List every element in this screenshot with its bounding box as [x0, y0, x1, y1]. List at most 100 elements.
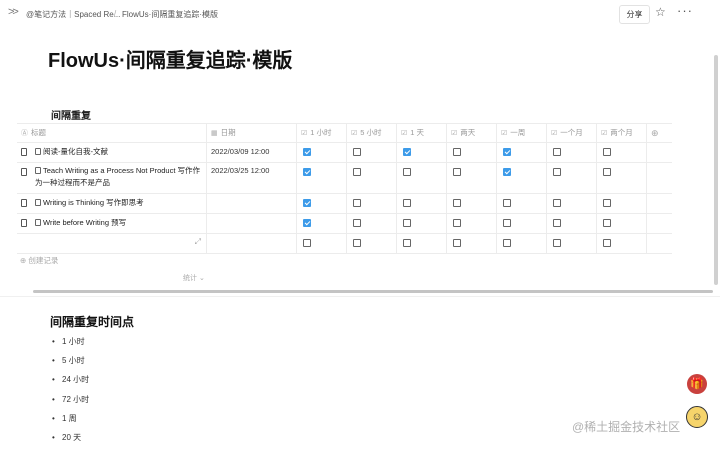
gift-icon[interactable]: 🎁 — [687, 374, 707, 394]
checkbox[interactable] — [603, 168, 611, 176]
checkbox[interactable] — [553, 148, 561, 156]
date-cell[interactable] — [207, 194, 297, 213]
column-header-label: 1 小时 — [310, 128, 332, 137]
column-header-interval[interactable]: ☑ 一个月 — [547, 124, 597, 142]
assistant-avatar-icon[interactable]: ☺ — [686, 406, 708, 428]
checkbox[interactable] — [503, 239, 511, 247]
column-header-interval[interactable]: ☑ 5 小时 — [347, 124, 397, 142]
column-header-label: 5 小时 — [360, 128, 382, 137]
checkbox[interactable] — [503, 168, 511, 176]
column-header-interval[interactable]: ☑ 一周 — [497, 124, 547, 142]
database-title[interactable]: 间隔重复 — [51, 107, 91, 122]
column-header-date[interactable]: ▦ 日期 — [207, 124, 297, 142]
checkbox[interactable] — [403, 168, 411, 176]
checkbox[interactable] — [453, 148, 461, 156]
more-options-icon[interactable]: ··· — [677, 3, 693, 18]
checkbox[interactable] — [353, 199, 361, 207]
checkbox[interactable] — [353, 239, 361, 247]
table-row[interactable]: Write before Writing 预写 — [17, 214, 672, 234]
interval-cell — [547, 234, 597, 253]
checkbox-type-icon: ☑ — [601, 130, 608, 137]
checkbox[interactable] — [303, 239, 311, 247]
add-record-label: 创建记录 — [28, 256, 59, 265]
table-row[interactable]: ⤢ — [17, 234, 672, 254]
checkbox-type-icon: ☑ — [501, 130, 508, 137]
checkbox[interactable] — [603, 199, 611, 207]
column-header-interval[interactable]: ☑ 两个月 — [597, 124, 647, 142]
row-date: 2022/03/25 12:00 — [211, 166, 270, 175]
checkbox[interactable] — [303, 168, 311, 176]
table-row[interactable]: Writing is Thinking 写作即思考 — [17, 194, 672, 214]
bullet-list: 1 小时 5 小时 24 小时 72 小时 1 周 20 天 — [50, 337, 89, 452]
add-record-button[interactable]: ⊕ 创建记录 — [20, 255, 58, 266]
checkbox[interactable] — [453, 199, 461, 207]
checkbox[interactable] — [403, 199, 411, 207]
checkbox[interactable] — [553, 199, 561, 207]
add-column-button[interactable]: ⊕ — [647, 124, 672, 142]
title-cell[interactable]: Write before Writing 预写 — [17, 214, 207, 233]
row-title-text: Write before Writing 预写 — [43, 218, 127, 227]
checkbox[interactable] — [553, 239, 561, 247]
column-header-label: 一个月 — [560, 128, 583, 137]
checkbox[interactable] — [453, 219, 461, 227]
vertical-scrollbar[interactable] — [714, 55, 718, 285]
checkbox[interactable] — [403, 148, 411, 156]
checkbox[interactable] — [353, 168, 361, 176]
date-cell[interactable] — [207, 214, 297, 233]
title-cell[interactable]: 阅读-量化自我-文献 — [17, 143, 207, 162]
interval-cell — [347, 214, 397, 233]
checkbox[interactable] — [553, 219, 561, 227]
top-bar: >> @笔记方法｜Spaced Re... / FlowUs·间隔重复追踪·模版… — [0, 0, 720, 28]
row-title-text: 阅读-量化自我-文献 — [43, 147, 108, 156]
breadcrumb-current[interactable]: FlowUs·间隔重复追踪·模版 — [122, 9, 218, 20]
chevron-down-icon: ⌄ — [197, 275, 205, 282]
title-cell[interactable]: ⤢ — [17, 234, 207, 253]
checkbox[interactable] — [603, 148, 611, 156]
list-item: 72 小时 — [50, 395, 89, 414]
column-header-interval[interactable]: ☑ 1 小时 — [297, 124, 347, 142]
date-cell[interactable]: 2022/03/25 12:00 — [207, 163, 297, 193]
column-header-interval[interactable]: ☑ 两天 — [447, 124, 497, 142]
title-cell[interactable]: Teach Writing as a Process Not Product 写… — [17, 163, 207, 193]
column-header-label: 标题 — [31, 128, 46, 137]
date-cell[interactable]: 2022/03/09 12:00 — [207, 143, 297, 162]
checkbox[interactable] — [403, 239, 411, 247]
date-cell[interactable] — [207, 234, 297, 253]
breadcrumb-parent[interactable]: @笔记方法｜Spaced Re... — [26, 9, 120, 20]
checkbox[interactable] — [503, 148, 511, 156]
checkbox[interactable] — [553, 168, 561, 176]
checkbox[interactable] — [603, 219, 611, 227]
table-row[interactable]: Teach Writing as a Process Not Product 写… — [17, 163, 672, 194]
checkbox[interactable] — [503, 219, 511, 227]
table-row[interactable]: 阅读-量化自我-文献 2022/03/09 12:00 — [17, 143, 672, 163]
checkbox[interactable] — [603, 239, 611, 247]
interval-cell — [297, 214, 347, 233]
checkbox[interactable] — [353, 148, 361, 156]
document-icon — [35, 166, 41, 174]
checkbox[interactable] — [353, 219, 361, 227]
checkbox[interactable] — [303, 219, 311, 227]
row-date: 2022/03/09 12:00 — [211, 147, 270, 156]
checkbox-type-icon: ☑ — [351, 130, 358, 137]
checkbox[interactable] — [453, 239, 461, 247]
checkbox-type-icon: ☑ — [451, 130, 458, 137]
page-title: FlowUs·间隔重复追踪·模版 — [48, 50, 293, 72]
stats-dropdown[interactable]: 统计 ⌄ — [183, 273, 205, 283]
checkbox[interactable] — [303, 199, 311, 207]
checkbox[interactable] — [303, 148, 311, 156]
expand-sidebar-icon[interactable]: >> — [8, 6, 19, 18]
expand-diagonal-icon[interactable]: ⤢ — [195, 237, 201, 247]
checkbox[interactable] — [503, 199, 511, 207]
interval-cell — [297, 194, 347, 213]
title-cell[interactable]: Writing is Thinking 写作即思考 — [17, 194, 207, 213]
page-icon — [21, 199, 27, 207]
horizontal-scrollbar[interactable] — [33, 290, 713, 293]
share-button[interactable]: 分享 — [619, 5, 650, 24]
star-icon[interactable]: ☆ — [655, 5, 666, 19]
checkbox[interactable] — [453, 168, 461, 176]
interval-cell — [297, 143, 347, 162]
list-item: 5 小时 — [50, 356, 89, 375]
checkbox[interactable] — [403, 219, 411, 227]
column-header-interval[interactable]: ☑ 1 天 — [397, 124, 447, 142]
column-header-title[interactable]: Ⓐ 标题 — [17, 124, 207, 142]
